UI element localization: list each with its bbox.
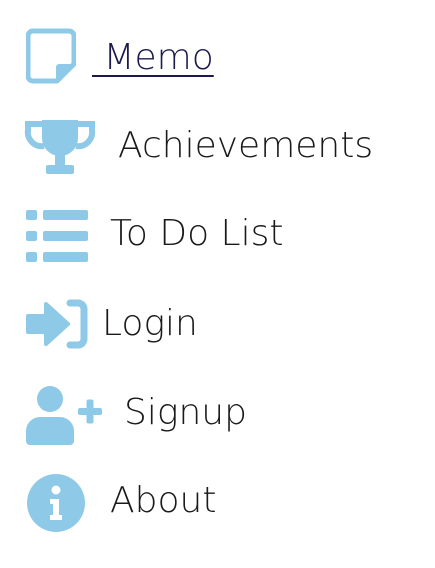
sign-in-icon <box>26 298 88 350</box>
trophy-icon <box>24 116 96 176</box>
list-icon <box>26 210 88 262</box>
user-plus-icon <box>26 385 104 445</box>
nav-label-signup: Signup <box>124 392 247 433</box>
nav-label-memo: Memo <box>92 37 214 78</box>
nav-label-about: About <box>110 480 217 521</box>
nav-label-achievements: Achievements <box>118 125 374 166</box>
nav-label-login: Login <box>102 303 198 344</box>
nav-label-todo-list: To Do List <box>110 213 284 254</box>
info-circle-icon <box>26 473 86 533</box>
sticky-note-icon <box>26 28 76 84</box>
